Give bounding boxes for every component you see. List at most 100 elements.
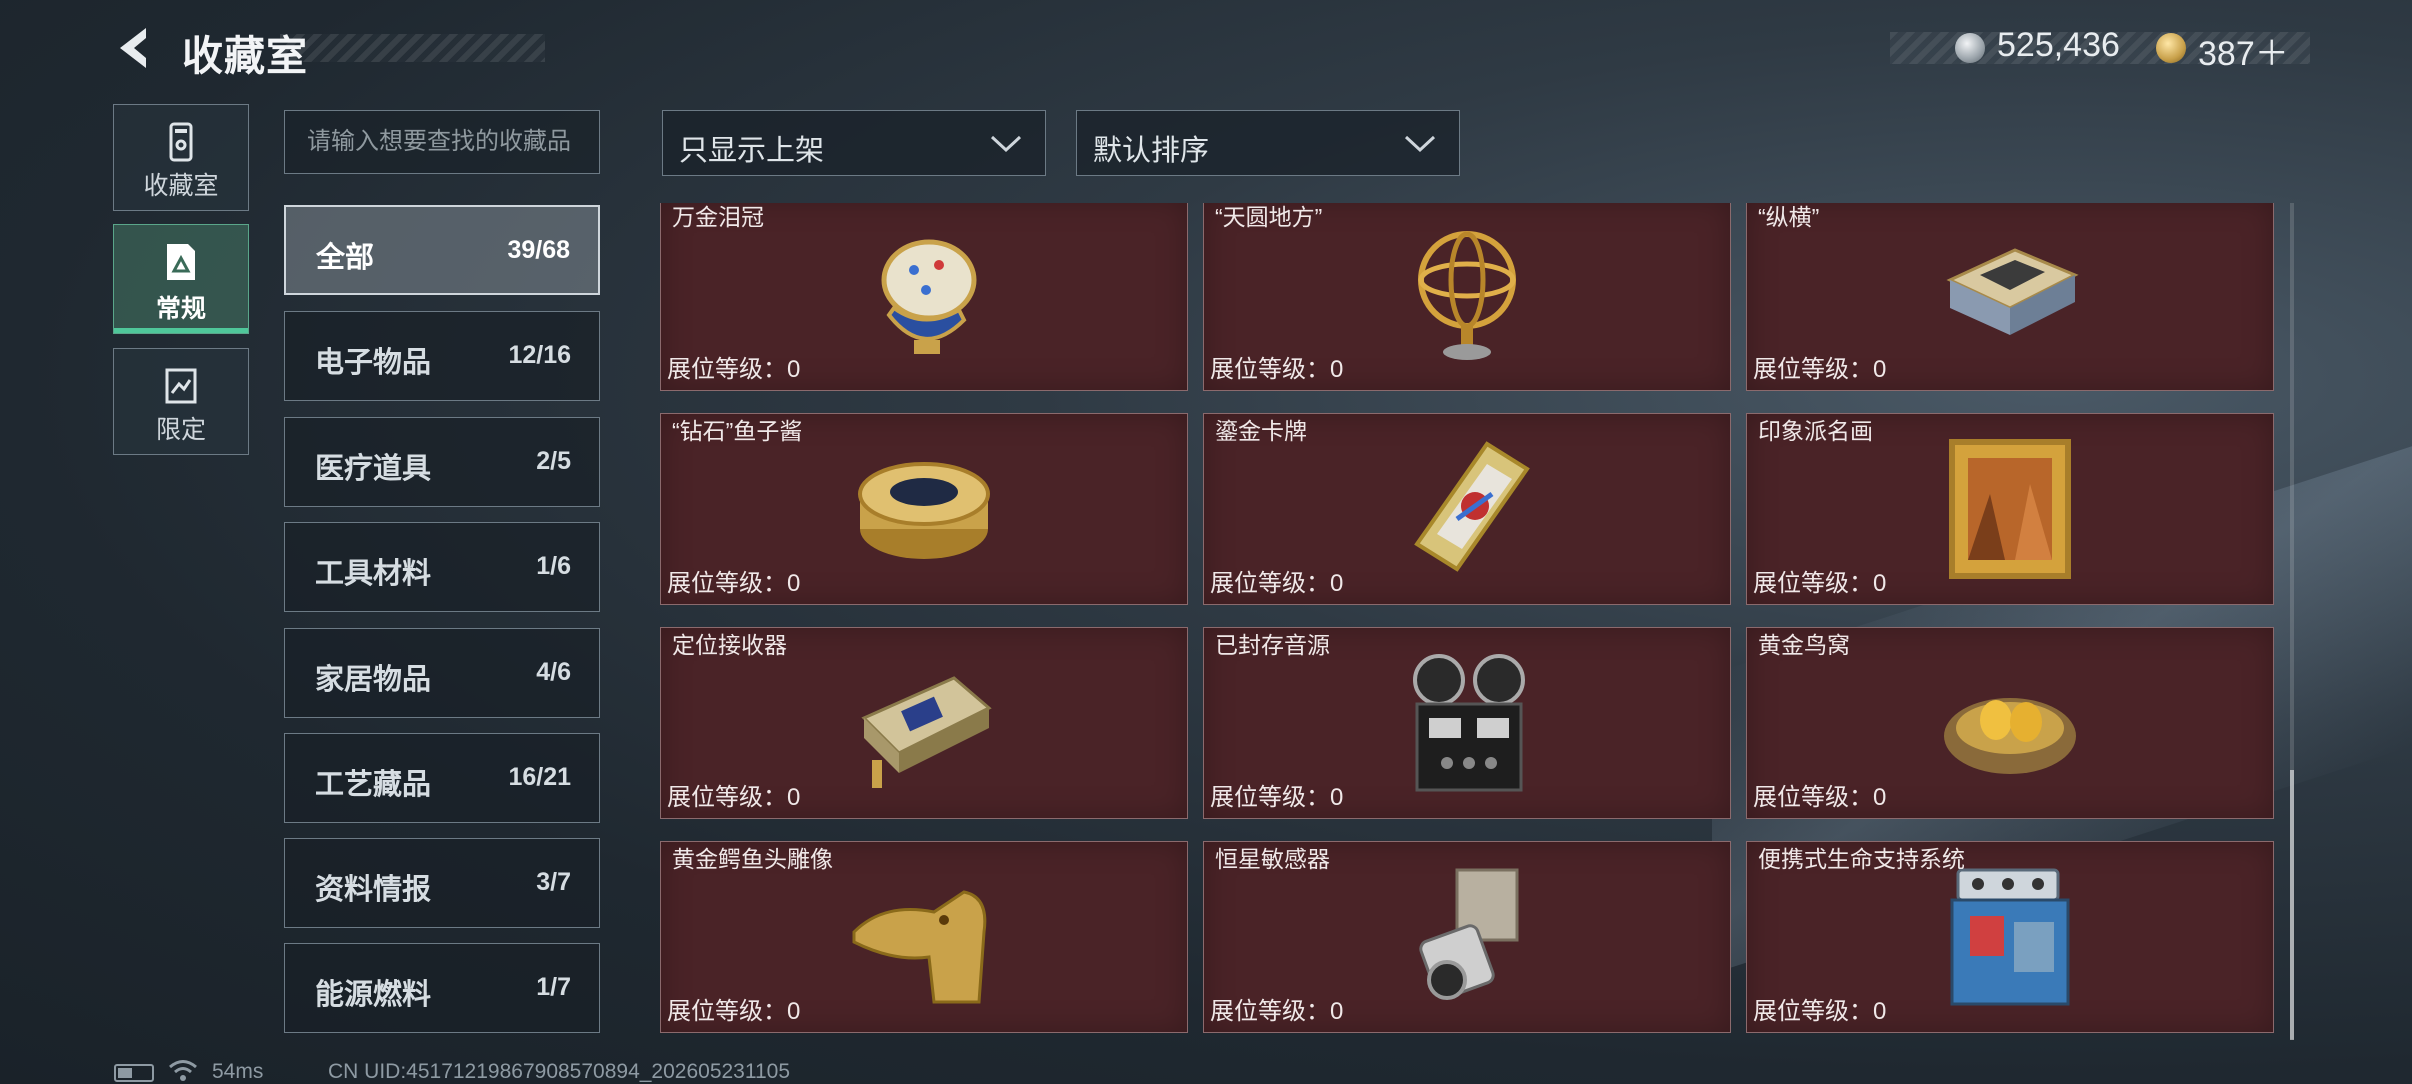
collection-card[interactable]: 便携式生命支持系统 展位等级：0 [1746, 841, 2274, 1033]
back-button[interactable] [112, 24, 156, 72]
locator-receiver-icon [861, 676, 992, 788]
collection-card[interactable]: “天圆地方” 展位等级：0 [1203, 203, 1731, 391]
category-name: 工具材料 [315, 558, 432, 590]
title-decoration [280, 34, 545, 62]
collection-card[interactable]: 定位接收器 展位等级：0 [660, 627, 1188, 819]
collection-card[interactable]: 万金泪冠 展位等级：0 [660, 203, 1188, 391]
side-nav-limited[interactable]: 限定 [113, 348, 249, 455]
item-level: 展位等级：0 [1210, 998, 1344, 1025]
category-count: 12/16 [508, 341, 571, 369]
collection-card[interactable]: 已封存音源 展位等级：0 [1203, 627, 1731, 819]
collection-card[interactable]: 鎏金卡牌 展位等级：0 [1203, 413, 1731, 605]
star-sensor-icon [1419, 868, 1519, 1000]
item-name: 鎏金卡牌 [1215, 418, 1307, 444]
silver-coin-icon [1955, 33, 1985, 63]
category-crafts[interactable]: 工艺藏品 16/21 [284, 733, 600, 823]
category-all[interactable]: 全部 39/68 [284, 205, 600, 295]
item-level: 展位等级：0 [667, 570, 801, 597]
side-nav-regular[interactable]: 常规 [113, 224, 249, 334]
item-name: 便携式生命支持系统 [1758, 846, 1965, 872]
collection-grid: 万金泪冠 展位等级：0 “天圆地方” 展位等级：0 “纵横” 展位等级：0 “钻… [660, 203, 2280, 1039]
category-count: 1/6 [536, 552, 571, 580]
item-level: 展位等级：0 [1210, 570, 1344, 597]
collection-card[interactable]: “钻石”鱼子酱 展位等级：0 [660, 413, 1188, 605]
category-name: 资料情报 [315, 874, 432, 906]
item-level: 展位等级：0 [667, 784, 801, 811]
collection-room-icon [169, 122, 193, 162]
item-name: 印象派名画 [1758, 418, 1873, 444]
item-name: “纵横” [1758, 204, 1820, 230]
category-intel[interactable]: 资料情报 3/7 [284, 838, 600, 928]
category-count: 3/7 [536, 868, 571, 896]
category-count: 16/21 [508, 763, 571, 791]
item-level: 展位等级：0 [1753, 998, 1887, 1025]
category-electronics[interactable]: 电子物品 12/16 [284, 311, 600, 401]
collection-card[interactable]: “纵横” 展位等级：0 [1746, 203, 2274, 391]
category-household[interactable]: 家居物品 4/6 [284, 628, 600, 718]
item-level: 展位等级：0 [1210, 784, 1344, 811]
limited-collection-icon [165, 368, 197, 404]
framed-painting-icon [1949, 439, 2071, 579]
item-name: 已封存音源 [1215, 632, 1330, 658]
category-count: 39/68 [507, 236, 570, 264]
gold-currency-value[interactable]: 387＋ [2198, 26, 2289, 75]
category-name: 全部 [316, 242, 375, 274]
item-name: “钻石”鱼子酱 [672, 418, 803, 444]
grid-scrollbar-thumb[interactable] [2290, 770, 2294, 1040]
golden-crocodile-icon [852, 890, 987, 1004]
category-energy[interactable]: 能源燃料 1/7 [284, 943, 600, 1033]
regular-collection-icon [167, 244, 195, 280]
category-count: 1/7 [536, 973, 571, 1001]
collection-card[interactable]: 印象派名画 展位等级：0 [1746, 413, 2274, 605]
item-level: 展位等级：0 [667, 356, 801, 383]
side-nav-label: 限定 [155, 416, 206, 444]
armillary-sphere-icon [1418, 231, 1516, 360]
gold-coin-icon [2156, 33, 2186, 63]
display-filter-dropdown[interactable]: 只显示上架 [662, 110, 1046, 176]
category-name: 工艺藏品 [315, 769, 432, 801]
reel-recorder-icon [1413, 654, 1525, 792]
golden-nest-icon [1944, 698, 2076, 774]
item-name: 定位接收器 [672, 632, 787, 658]
side-nav-label: 收藏室 [143, 172, 219, 200]
wifi-icon [169, 1060, 197, 1081]
search-input[interactable] [284, 110, 600, 174]
category-count: 2/5 [536, 447, 571, 475]
category-tools[interactable]: 工具材料 1/6 [284, 522, 600, 612]
item-name: 黄金鸟窝 [1758, 632, 1850, 658]
page-title: 收藏室 [182, 33, 308, 79]
dropdown-selected-value: 默认排序 [1093, 135, 1210, 167]
gilded-card-icon [1414, 441, 1530, 572]
category-name: 能源燃料 [315, 979, 432, 1011]
dropdown-selected-value: 只显示上架 [679, 135, 825, 167]
battery-icon [114, 1064, 154, 1082]
side-nav-collection-room[interactable]: 收藏室 [113, 104, 249, 211]
collection-card[interactable]: 黄金鸟窝 展位等级：0 [1746, 627, 2274, 819]
category-medical[interactable]: 医疗道具 2/5 [284, 417, 600, 507]
item-name: “天圆地方” [1215, 204, 1323, 230]
life-support-icon [1950, 868, 2070, 1006]
item-name: 黄金鳄鱼头雕像 [672, 846, 833, 872]
ping-text: 54ms [212, 1060, 264, 1083]
item-name: 恒星敏感器 [1215, 846, 1330, 872]
category-count: 4/6 [536, 658, 571, 686]
category-name: 电子物品 [315, 347, 432, 379]
category-name: 医疗道具 [315, 453, 432, 485]
silver-currency-value: 525,436 [1997, 26, 2120, 64]
caviar-tin-icon [858, 462, 990, 559]
collection-card[interactable]: 恒星敏感器 展位等级：0 [1203, 841, 1731, 1033]
item-level: 展位等级：0 [667, 998, 801, 1025]
back-arrow-icon [120, 28, 146, 68]
item-level: 展位等级：0 [1753, 570, 1887, 597]
category-name: 家居物品 [315, 664, 432, 696]
item-level: 展位等级：0 [1210, 356, 1344, 383]
jeweled-egg-icon [881, 239, 977, 354]
item-level: 展位等级：0 [1753, 784, 1887, 811]
chess-box-icon [1946, 248, 2079, 335]
sort-dropdown[interactable]: 默认排序 [1076, 110, 1460, 176]
collection-card[interactable]: 黄金鳄鱼头雕像 展位等级：0 [660, 841, 1188, 1033]
uid-text: CN UID:4517121986790857089​4_20260523110… [328, 1060, 791, 1083]
chevron-down-icon [1404, 135, 1436, 153]
side-nav-label: 常规 [155, 295, 206, 323]
item-name: 万金泪冠 [672, 204, 764, 230]
